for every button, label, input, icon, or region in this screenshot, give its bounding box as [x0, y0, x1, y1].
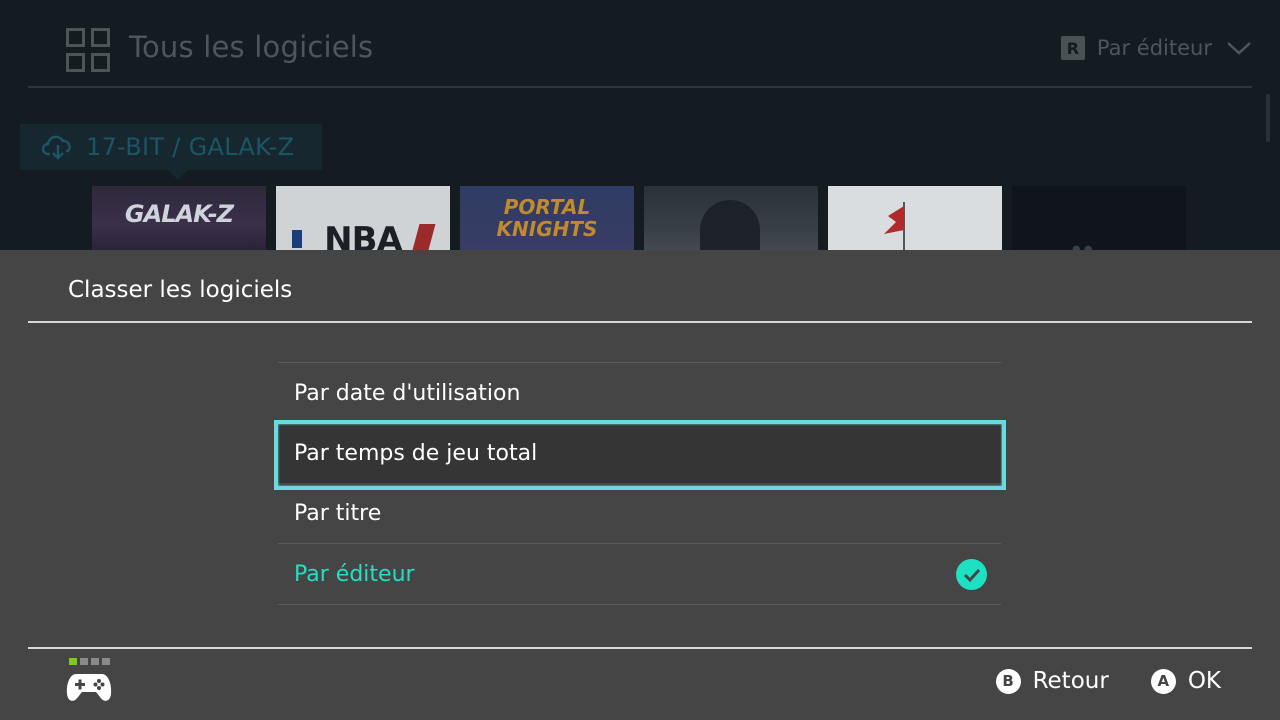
- sort-dialog: Classer les logiciels Par date d'utilisa…: [0, 250, 1280, 720]
- sort-option-title[interactable]: Par titre: [278, 483, 1001, 543]
- game-tile[interactable]: ● ● ●: [1012, 186, 1186, 250]
- ok-button[interactable]: A OK: [1150, 668, 1221, 694]
- grid-icon: [66, 28, 110, 72]
- a-button-icon: A: [1150, 668, 1176, 694]
- game-tile[interactable]: PORTAL KNIGHTS: [460, 186, 634, 250]
- dialog-divider-top: [28, 321, 1252, 323]
- option-label: Par date d'utilisation: [294, 380, 521, 406]
- switch-screen: Tous les logiciels R Par éditeur 17-BIT …: [0, 0, 1280, 720]
- sort-options-list: Par date d'utilisation Par temps de jeu …: [278, 362, 1001, 605]
- game-tile-title: PORTAL KNIGHTS: [496, 195, 598, 241]
- footer-controls: B Retour A OK: [954, 668, 1221, 694]
- sort-option-playtime[interactable]: Par temps de jeu total: [278, 423, 1001, 483]
- dialog-title: Classer les logiciels: [68, 277, 293, 303]
- header-divider: [28, 86, 1252, 88]
- player-indicator: [69, 658, 110, 665]
- tile-artwork: [700, 200, 760, 250]
- sort-current-label: Par éditeur: [1096, 36, 1212, 60]
- sort-option-date[interactable]: Par date d'utilisation: [278, 363, 1001, 423]
- option-label: Par titre: [294, 500, 382, 526]
- game-tile-title: GALAK-Z: [124, 200, 234, 228]
- game-tile[interactable]: GALAK-Z: [92, 186, 266, 250]
- controller-icon: [66, 674, 112, 701]
- game-tiles-row: GALAK-Z NBA PORTAL KNIGHTS ● ● ●: [92, 186, 1186, 250]
- option-divider: [278, 604, 1001, 605]
- option-label: Par éditeur: [294, 561, 415, 587]
- library-header: Tous les logiciels R Par éditeur: [0, 0, 1280, 100]
- dialog-divider-bottom: [28, 647, 1252, 649]
- library-title: Tous les logiciels: [129, 30, 374, 64]
- publisher-chip-text: 17-BIT / GALAK-Z: [86, 133, 295, 161]
- scrollbar[interactable]: [1266, 94, 1270, 142]
- publisher-group-label: 17-BIT / GALAK-Z: [20, 124, 323, 170]
- r-button-icon: R: [1060, 36, 1085, 60]
- option-label: Par temps de jeu total: [294, 440, 538, 466]
- flag-artwork: [884, 202, 905, 250]
- game-tile[interactable]: [828, 186, 1002, 250]
- b-button-icon: B: [995, 668, 1021, 694]
- back-button[interactable]: B Retour: [995, 668, 1109, 694]
- chevron-down-icon: [1227, 42, 1251, 55]
- sort-indicator[interactable]: R Par éditeur: [1060, 36, 1252, 60]
- cloud-download-icon: [42, 135, 71, 160]
- chip-pointer: [168, 170, 188, 180]
- ok-label: OK: [1187, 668, 1221, 694]
- back-label: Retour: [1032, 668, 1109, 694]
- check-circle-icon: [956, 559, 987, 590]
- sort-option-publisher[interactable]: Par éditeur: [278, 544, 1001, 604]
- library-background: Tous les logiciels R Par éditeur 17-BIT …: [0, 0, 1280, 250]
- game-tile[interactable]: NBA: [276, 186, 450, 250]
- game-tile[interactable]: [644, 186, 818, 250]
